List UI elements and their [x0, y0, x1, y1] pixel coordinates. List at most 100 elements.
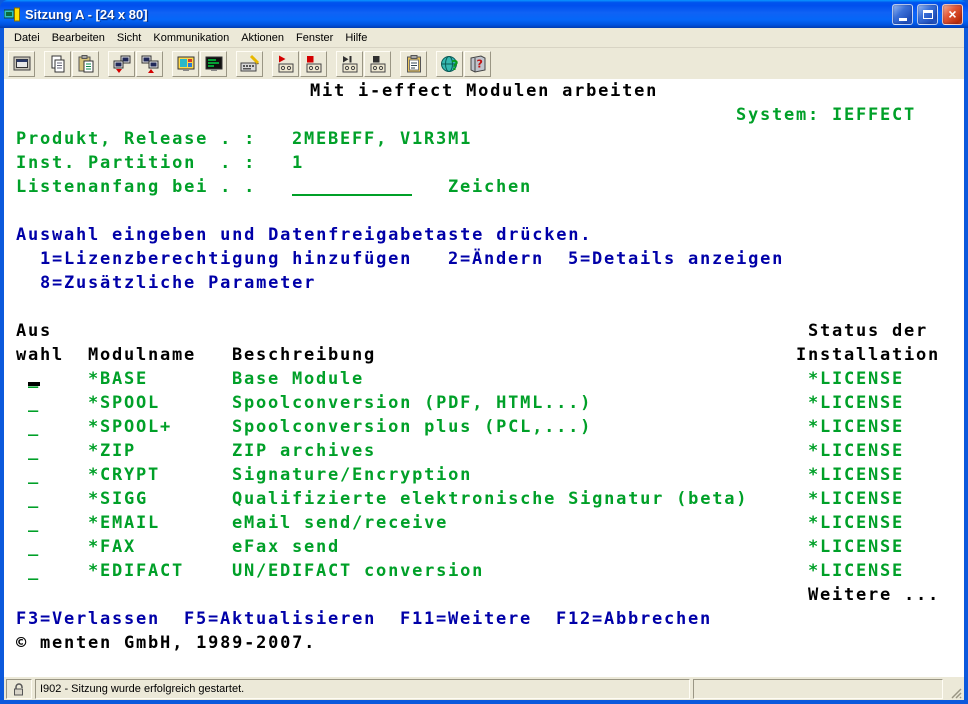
module-name: *SPOOL+: [88, 415, 172, 439]
screen-title: Mit i-effect Modulen arbeiten: [310, 79, 658, 103]
macro-stop-icon: [304, 54, 324, 74]
module-description: Spoolconversion (PDF, HTML...): [232, 391, 592, 415]
menu-aktionen[interactable]: Aktionen: [235, 30, 290, 46]
copyright: © menten GmbH, 1989-2007.: [16, 631, 316, 655]
resize-grip-icon: [949, 686, 962, 699]
row-select-field[interactable]: _: [28, 559, 40, 583]
status-message: I902 - Sitzung wurde erfolgreich gestart…: [35, 679, 690, 699]
macro-play-button[interactable]: [272, 51, 299, 77]
system-value: IEFFECT: [832, 103, 916, 127]
web-help-button[interactable]: ?: [436, 51, 463, 77]
maximize-button[interactable]: [917, 4, 938, 25]
window-title: Sitzung A - [24 x 80]: [25, 7, 888, 22]
titlebar[interactable]: Sitzung A - [24 x 80] ×: [0, 0, 968, 28]
header-status: Status der: [808, 319, 928, 343]
menu-bearbeiten[interactable]: Bearbeiten: [46, 30, 111, 46]
app-icon[interactable]: [4, 6, 21, 23]
row-select-field[interactable]: _: [28, 535, 40, 559]
menubar: Datei Bearbeiten Sicht Kommunikation Akt…: [4, 28, 964, 48]
row-select-field[interactable]: _: [28, 511, 40, 535]
module-name: *FAX: [88, 535, 136, 559]
receive-file-icon: [140, 54, 160, 74]
menu-fenster[interactable]: Fenster: [290, 30, 339, 46]
more-indicator: Weitere ...: [808, 583, 940, 607]
module-description: Signature/Encryption: [232, 463, 472, 487]
menu-hilfe[interactable]: Hilfe: [339, 30, 373, 46]
system-label: System:: [736, 103, 820, 127]
listenanfang-suffix: Zeichen: [448, 175, 532, 199]
print-screen-icon: [12, 54, 32, 74]
macro-play-icon: [276, 54, 296, 74]
receive-file-button[interactable]: [136, 51, 163, 77]
row-select-field[interactable]: _: [28, 415, 40, 439]
resize-grip[interactable]: [946, 679, 962, 699]
module-name: *ZIP: [88, 439, 136, 463]
statusbar: I902 - Sitzung wurde erfolgreich gestart…: [4, 676, 964, 700]
display-setup-button[interactable]: [172, 51, 199, 77]
keyboard-setup-button[interactable]: [236, 51, 263, 77]
module-description: eMail send/receive: [232, 511, 448, 535]
menu-datei[interactable]: Datei: [8, 30, 46, 46]
row-select-field[interactable]: _: [28, 487, 40, 511]
svg-text:?: ?: [476, 57, 482, 70]
macro-step-icon: [340, 54, 360, 74]
module-status: *LICENSE: [808, 463, 904, 487]
listenanfang-label: Listenanfang bei . .: [16, 175, 256, 199]
header-aus: Aus: [16, 319, 52, 343]
unlocked-padlock-icon: [12, 682, 26, 696]
module-status: *LICENSE: [808, 367, 904, 391]
fkey-f11: F11=Weitere: [400, 607, 532, 631]
help-icon: ?: [468, 54, 488, 74]
module-name: *SPOOL: [88, 391, 160, 415]
module-name: *SIGG: [88, 487, 148, 511]
module-description: ZIP archives: [232, 439, 376, 463]
module-status: *LICENSE: [808, 511, 904, 535]
header-modulname: Modulname: [88, 343, 196, 367]
row-select-field[interactable]: _: [28, 367, 40, 391]
menu-sicht[interactable]: Sicht: [111, 30, 147, 46]
module-status: *LICENSE: [808, 559, 904, 583]
text-cursor: [28, 382, 40, 386]
module-name: *EDIFACT: [88, 559, 184, 583]
module-status: *LICENSE: [808, 487, 904, 511]
row-select-field[interactable]: _: [28, 439, 40, 463]
svg-text:?: ?: [451, 59, 459, 74]
module-description: UN/EDIFACT conversion: [232, 559, 484, 583]
maximize-icon: [923, 10, 933, 19]
option-8: 8=Zusätzliche Parameter: [40, 271, 316, 295]
module-status: *LICENSE: [808, 415, 904, 439]
send-file-button[interactable]: [108, 51, 135, 77]
terminal-screen[interactable]: Mit i-effect Modulen arbeiten System: IE…: [4, 79, 964, 676]
help-button[interactable]: ?: [464, 51, 491, 77]
display-setup-icon: [176, 54, 196, 74]
minimize-button[interactable]: [892, 4, 913, 25]
macro-record-icon: [368, 54, 388, 74]
color-setup-button[interactable]: [200, 51, 227, 77]
instructions: Auswahl eingeben und Datenfreigabetaste …: [16, 223, 592, 247]
header-beschreibung: Beschreibung: [232, 343, 376, 367]
menu-kommunikation[interactable]: Kommunikation: [147, 30, 235, 46]
window-frame: Datei Bearbeiten Sicht Kommunikation Akt…: [0, 28, 968, 704]
module-status: *LICENSE: [808, 391, 904, 415]
module-name: *EMAIL: [88, 511, 160, 535]
status-icon-panel: [6, 679, 32, 699]
macro-step-button[interactable]: [336, 51, 363, 77]
paste-button[interactable]: [72, 51, 99, 77]
header-installation: Installation: [796, 343, 940, 367]
module-description: Qualifizierte elektronische Signatur (be…: [232, 487, 748, 511]
module-status: *LICENSE: [808, 535, 904, 559]
macro-record-button[interactable]: [364, 51, 391, 77]
keyboard-setup-icon: [240, 54, 260, 74]
option-1: 1=Lizenzberechtigung hinzufügen: [40, 247, 412, 271]
close-icon: ×: [948, 7, 956, 21]
row-select-field[interactable]: _: [28, 391, 40, 415]
listenanfang-input[interactable]: [292, 194, 412, 196]
close-button[interactable]: ×: [942, 4, 963, 25]
option-5: 5=Details anzeigen: [568, 247, 784, 271]
copy-button[interactable]: [44, 51, 71, 77]
row-select-field[interactable]: _: [28, 463, 40, 487]
web-help-icon: ?: [440, 54, 460, 74]
print-screen-button[interactable]: [8, 51, 35, 77]
macro-stop-button[interactable]: [300, 51, 327, 77]
clipboard-button[interactable]: [400, 51, 427, 77]
